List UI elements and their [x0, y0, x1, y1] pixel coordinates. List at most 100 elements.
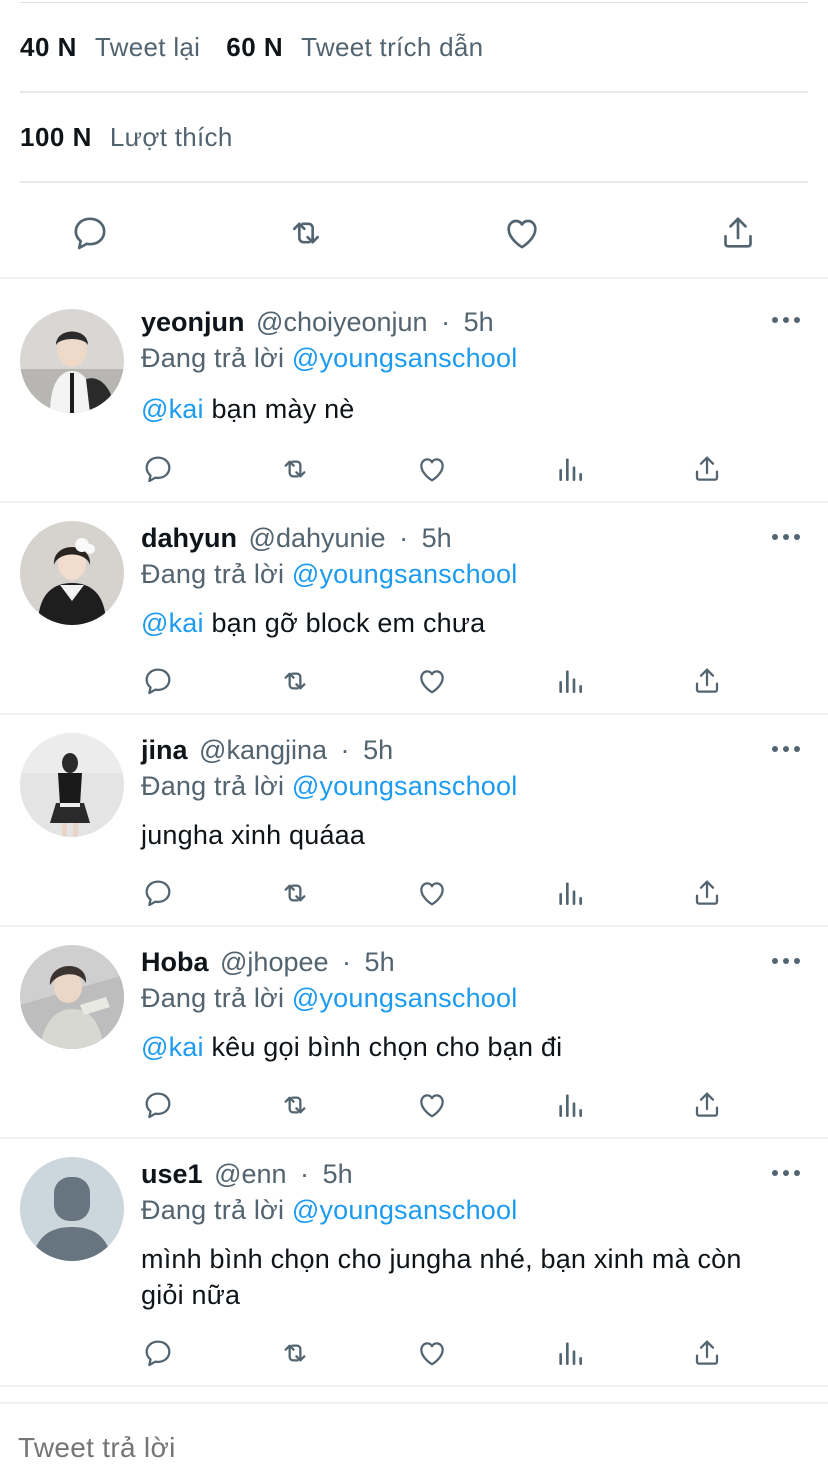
timestamp[interactable]: 5h	[464, 307, 494, 337]
reply-action-bar	[0, 875, 828, 915]
avatar[interactable]	[20, 521, 124, 625]
reply-tweet[interactable]: jina @kangjina · 5h Đang trả lời @youngs…	[0, 715, 828, 927]
heart-icon	[420, 458, 444, 482]
retweet-button[interactable]	[286, 213, 326, 253]
avatar[interactable]	[20, 309, 124, 413]
user-handle[interactable]: @choiyeonjun	[256, 307, 428, 337]
reply-body: jungha xinh quáaa	[141, 820, 366, 850]
like-button[interactable]	[414, 1335, 450, 1371]
reply-body: bạn mày nè	[211, 394, 355, 424]
timestamp[interactable]: 5h	[365, 947, 395, 977]
display-name[interactable]: use1	[141, 1159, 203, 1189]
reply-tweet[interactable]: dahyun @dahyunie · 5h Đang trả lời @youn…	[0, 503, 828, 715]
like-button[interactable]	[414, 663, 450, 699]
replying-to: Đang trả lời @youngsanschool	[141, 1195, 517, 1226]
display-name[interactable]: jina	[141, 735, 188, 765]
analytics-button[interactable]	[552, 1087, 588, 1123]
more-options-button[interactable]	[772, 954, 800, 968]
more-options-button[interactable]	[772, 1166, 800, 1180]
avatar[interactable]	[20, 733, 124, 837]
share-button[interactable]	[689, 451, 725, 487]
more-options-button[interactable]	[772, 742, 800, 756]
share-button[interactable]	[689, 1335, 725, 1371]
reply-button[interactable]	[140, 451, 176, 487]
default-avatar-icon	[20, 1157, 124, 1261]
timestamp[interactable]: 5h	[323, 1159, 353, 1189]
retweets-count: 40 N	[20, 31, 77, 62]
more-options-button[interactable]	[772, 313, 800, 327]
share-button[interactable]	[689, 875, 725, 911]
user-handle[interactable]: @jhopee	[220, 947, 329, 977]
retweet-icon	[293, 222, 319, 244]
quotes-label: Tweet trích dẫn	[301, 31, 484, 62]
user-handle[interactable]: @kangjina	[199, 735, 327, 765]
mention-link[interactable]: @kai	[141, 1032, 204, 1062]
heart-icon	[420, 882, 444, 906]
retweet-button[interactable]	[277, 1335, 313, 1371]
like-button[interactable]	[502, 213, 542, 253]
retweet-button[interactable]	[277, 451, 313, 487]
separator-dot: ·	[300, 1159, 310, 1189]
replying-to-link[interactable]: @youngsanschool	[292, 771, 518, 801]
like-button[interactable]	[414, 875, 450, 911]
replying-to: Đang trả lời @youngsanschool	[141, 343, 517, 374]
avatar[interactable]	[20, 1157, 124, 1261]
retweets-stat[interactable]: 40 N Tweet lại	[20, 32, 200, 63]
timestamp[interactable]: 5h	[422, 523, 452, 553]
user-handle[interactable]: @enn	[214, 1159, 286, 1189]
mention-link[interactable]: @kai	[141, 394, 204, 424]
reply-tweet[interactable]: use1 @enn · 5h Đang trả lời @youngsansch…	[0, 1139, 828, 1387]
reply-button[interactable]	[140, 1335, 176, 1371]
replying-prefix: Đang trả lời	[141, 771, 285, 801]
display-name[interactable]: dahyun	[141, 523, 237, 553]
likes-stat[interactable]: 100 N Lượt thích	[20, 122, 233, 153]
more-icon	[772, 746, 778, 752]
display-name[interactable]: Hoba	[141, 947, 209, 977]
reply-icon	[145, 668, 171, 695]
replying-to-link[interactable]: @youngsanschool	[292, 983, 518, 1013]
reply-button[interactable]	[140, 875, 176, 911]
avatar-image	[20, 945, 124, 1049]
display-name[interactable]: yeonjun	[141, 307, 245, 337]
analytics-button[interactable]	[552, 663, 588, 699]
like-button[interactable]	[414, 451, 450, 487]
reply-tweet[interactable]: Hoba @jhopee · 5h Đang trả lời @youngsan…	[0, 927, 828, 1139]
more-icon	[772, 317, 778, 323]
retweet-button[interactable]	[277, 1087, 313, 1123]
reply-button[interactable]	[140, 1087, 176, 1123]
analytics-button[interactable]	[552, 451, 588, 487]
reply-button[interactable]	[70, 213, 110, 253]
retweet-icon	[284, 460, 306, 478]
user-handle[interactable]: @dahyunie	[249, 523, 386, 553]
reply-icon	[74, 217, 106, 250]
reply-tweet[interactable]: yeonjun @choiyeonjun · 5h Đang trả lời @…	[0, 281, 828, 503]
replying-to-link[interactable]: @youngsanschool	[292, 1195, 518, 1225]
reply-body: mình bình chọn cho jungha nhé, bạn xinh …	[141, 1244, 742, 1310]
mention-link[interactable]: @kai	[141, 608, 204, 638]
analytics-button[interactable]	[552, 875, 588, 911]
share-button[interactable]	[689, 663, 725, 699]
reply-button[interactable]	[140, 663, 176, 699]
retweet-icon	[284, 884, 306, 902]
reply-icon	[145, 456, 171, 483]
reply-input[interactable]	[18, 1432, 798, 1464]
analytics-button[interactable]	[552, 1335, 588, 1371]
analytics-icon	[559, 670, 582, 693]
retweet-icon	[284, 1096, 306, 1114]
timestamp[interactable]: 5h	[363, 735, 393, 765]
reply-text: @kai kêu gọi bình chọn cho bạn đi	[141, 1029, 781, 1065]
share-button[interactable]	[718, 213, 758, 253]
like-button[interactable]	[414, 1087, 450, 1123]
share-button[interactable]	[689, 1087, 725, 1123]
replying-to-link[interactable]: @youngsanschool	[292, 559, 518, 589]
quotes-stat[interactable]: 60 N Tweet trích dẫn	[226, 32, 483, 63]
share-icon	[695, 456, 719, 481]
replying-prefix: Đang trả lời	[141, 343, 285, 373]
avatar[interactable]	[20, 945, 124, 1049]
heart-icon	[507, 219, 537, 249]
more-options-button[interactable]	[772, 530, 800, 544]
retweet-button[interactable]	[277, 663, 313, 699]
replying-to-link[interactable]: @youngsanschool	[292, 343, 518, 373]
retweet-button[interactable]	[277, 875, 313, 911]
share-icon	[695, 668, 719, 693]
